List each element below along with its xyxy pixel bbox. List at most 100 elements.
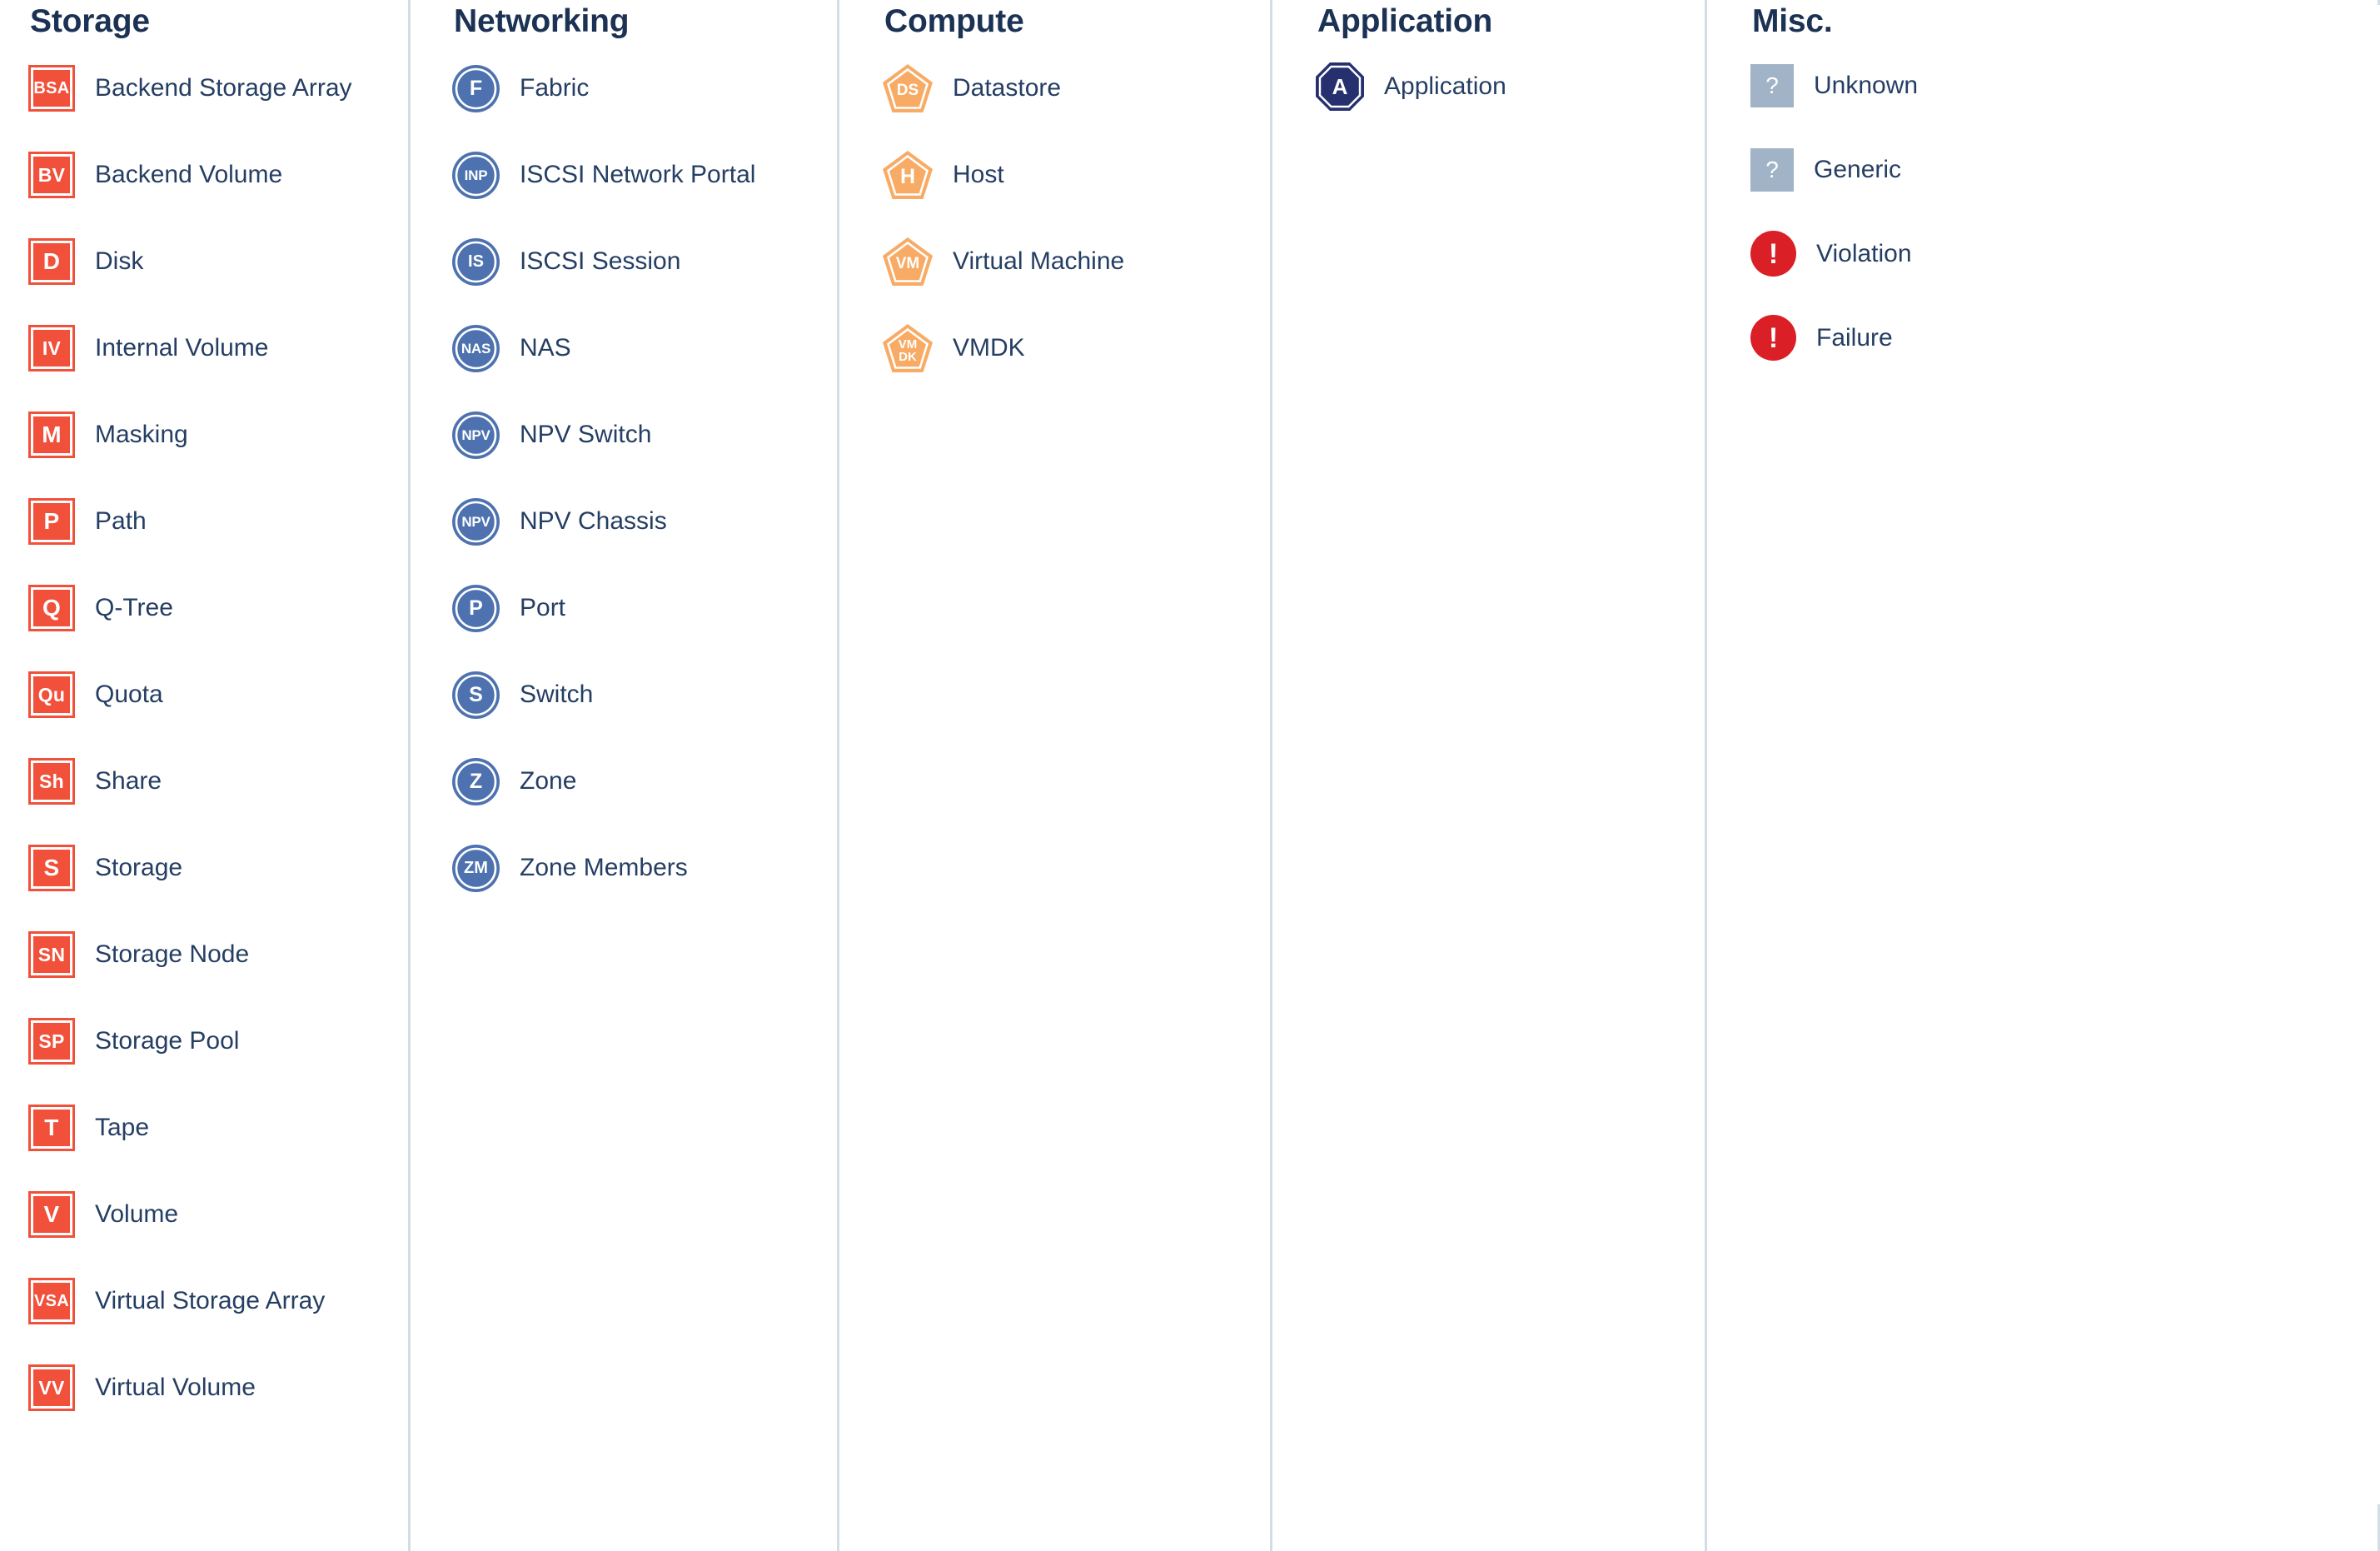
legend-item[interactable]: VM Virtual Machine [883,218,1272,305]
legend-item[interactable]: IV Internal Volume [28,305,411,391]
storage-badge-icon: VV [28,1364,75,1411]
legend-item[interactable]: INP ISCSI Network Portal [452,132,839,218]
legend-item-label: Path [95,507,147,535]
legend-item-label: Storage Pool [95,1027,240,1055]
legend-item-label: Storage Node [95,940,250,968]
legend-item-label: Datastore [953,74,1062,102]
legend-item[interactable]: Qu Quota [28,651,411,738]
legend-item[interactable]: V Volume [28,1171,411,1258]
networking-badge-icon: NAS [452,324,500,372]
legend-item[interactable]: ? Unknown [1750,43,2380,127]
legend-item[interactable]: ZM Zone Members [452,825,839,911]
legend-item[interactable]: Z Zone [452,738,839,825]
legend-item[interactable]: ! Violation [1750,212,2380,296]
legend-item-label: Quota [95,681,163,708]
storage-badge-icon: IV [28,325,75,372]
legend-column-application: Application A Application [1272,0,1707,1551]
networking-badge-icon: INP [452,151,500,199]
legend-item-label: Volume [95,1200,179,1228]
networking-badge-icon: IS [452,237,500,286]
legend-item-label: Storage [95,854,183,881]
legend-item[interactable]: VSA Virtual Storage Array [28,1258,411,1344]
storage-badge-icon: M [28,411,75,458]
legend-item-label: NPV Chassis [520,507,667,535]
legend-item-label: Zone [520,767,577,795]
legend-item-list-application: A Application [1316,43,1707,130]
legend-column-networking: Networking F Fabric INP ISCSI Network Portal… [411,0,839,1551]
unknown-question-icon: ? [1750,147,1794,192]
legend-item[interactable]: BSA Backend Storage Array [28,45,411,132]
alert-exclamation-icon: ! [1750,315,1796,361]
legend-item-label: NAS [520,334,571,362]
legend-item[interactable]: P Path [28,478,411,565]
networking-badge-icon: ZM [452,844,500,892]
compute-badge-icon: H [883,151,933,199]
legend-item-label: Fabric [520,74,590,102]
legend-item-label: Virtual Machine [953,247,1125,275]
legend-item[interactable]: NPV NPV Switch [452,391,839,478]
legend-item-list-misc: ? Unknown? Generic ! Violation! Failure [1750,43,2380,380]
legend-item-label: Host [953,161,1004,188]
column-title-storage: Storage [30,3,150,39]
icon-legend-board: Storage BSA Backend Storage Array BV Backend… [0,0,2380,1551]
legend-item-label: Internal Volume [95,334,269,362]
storage-badge-icon: Qu [28,671,75,718]
storage-badge-icon: D [28,238,75,285]
column-title-networking: Networking [454,3,630,39]
networking-badge-icon: P [452,584,500,632]
legend-item-label: Share [95,767,162,795]
storage-badge-icon: T [28,1105,75,1151]
legend-item-label: Masking [95,421,188,448]
legend-item[interactable]: SN Storage Node [28,911,411,998]
legend-item-label: Zone Members [520,854,688,881]
legend-column-compute: Compute DS Datastore H Host VM Virtual Machine… [839,0,1272,1551]
legend-item-label: Application [1384,72,1506,100]
legend-item-label: Backend Storage Array [95,74,352,102]
legend-item[interactable]: ? Generic [1750,127,2380,212]
networking-badge-icon: NPV [452,497,500,546]
legend-item[interactable]: BV Backend Volume [28,132,411,218]
legend-item[interactable]: S Switch [452,651,839,738]
unknown-question-icon: ? [1750,63,1794,107]
legend-item-label: NPV Switch [520,421,652,448]
legend-item[interactable]: NPV NPV Chassis [452,478,839,565]
legend-item[interactable]: NAS NAS [452,305,839,391]
column-title-compute: Compute [884,3,1024,39]
networking-badge-icon: NPV [452,411,500,459]
storage-badge-icon: BSA [28,65,75,112]
storage-badge-icon: SN [28,931,75,978]
legend-item-label: VMDK [953,334,1025,362]
alert-exclamation-icon: ! [1750,231,1796,277]
legend-item[interactable]: Q Q-Tree [28,565,411,651]
storage-badge-icon: S [28,845,75,891]
legend-item-label: Disk [95,247,144,275]
legend-item[interactable]: IS ISCSI Session [452,218,839,305]
legend-item[interactable]: H Host [883,132,1272,218]
legend-item[interactable]: A Application [1316,43,1707,130]
legend-item[interactable]: M Masking [28,391,411,478]
legend-item-label: ISCSI Network Portal [520,161,756,188]
legend-item[interactable]: F Fabric [452,45,839,132]
legend-item[interactable]: S Storage [28,825,411,911]
legend-item[interactable]: VV Virtual Volume [28,1344,411,1431]
legend-item-label: ISCSI Session [520,247,681,275]
legend-item[interactable]: SP Storage Pool [28,998,411,1085]
legend-item[interactable]: ! Failure [1750,296,2380,380]
legend-item-label: Virtual Storage Array [95,1287,326,1314]
legend-item[interactable]: T Tape [28,1085,411,1171]
legend-item-label: Failure [1816,323,1893,352]
legend-item[interactable]: P Port [452,565,839,651]
storage-badge-icon: BV [28,152,75,198]
storage-badge-icon: P [28,498,75,545]
compute-badge-icon: VM DK [883,324,933,372]
legend-item[interactable]: D Disk [28,218,411,305]
column-title-misc: Misc. [1752,3,1833,39]
legend-item-label: Generic [1814,155,1902,183]
legend-item[interactable]: DS Datastore [883,45,1272,132]
legend-item[interactable]: VM DK VMDK [883,305,1272,391]
legend-item-label: Backend Volume [95,161,283,188]
legend-item[interactable]: Sh Share [28,738,411,825]
legend-item-label: Unknown [1814,71,1919,99]
storage-badge-icon: Q [28,585,75,631]
legend-column-misc: Misc.? Unknown? Generic ! Violation! Failure [1707,0,2380,1551]
